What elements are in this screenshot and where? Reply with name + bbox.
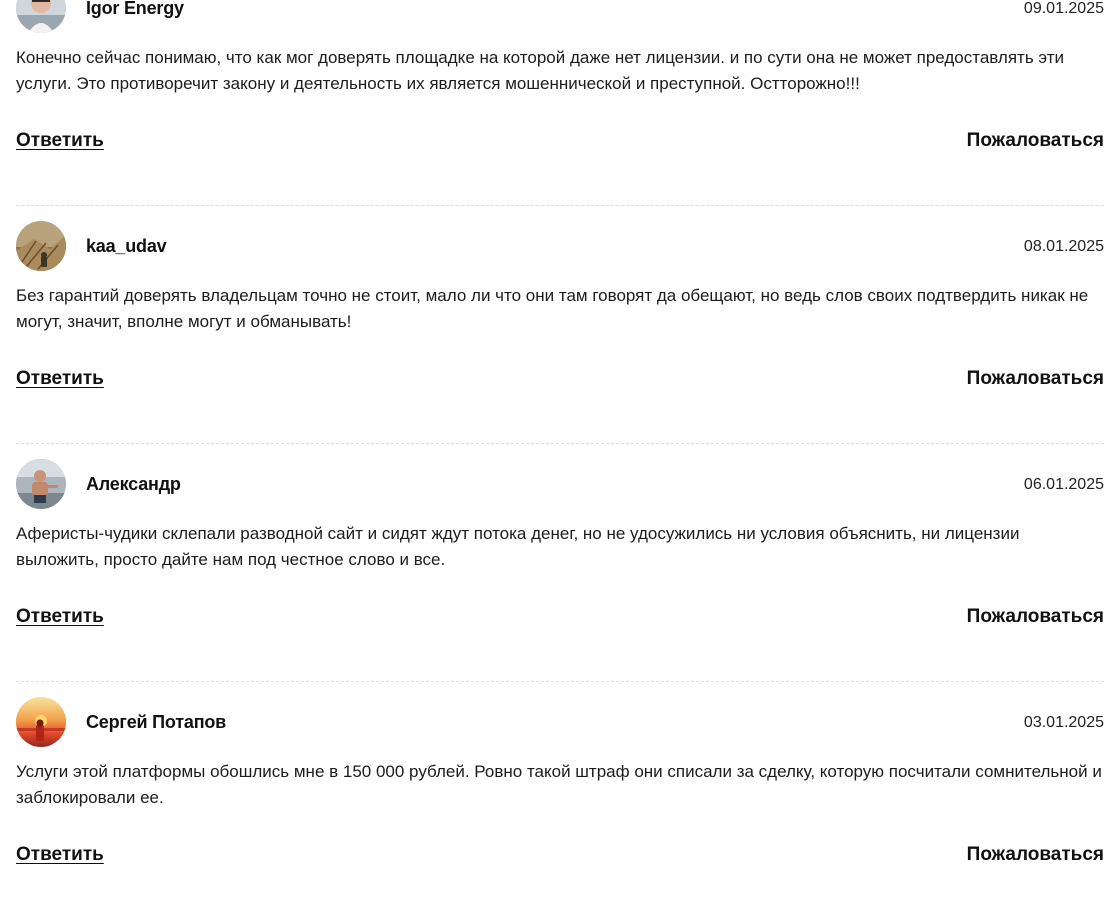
comment-date: 06.01.2025 xyxy=(1023,476,1104,493)
reply-link[interactable]: Ответить xyxy=(16,367,104,391)
reply-link[interactable]: Ответить xyxy=(16,605,104,629)
comment-actions: Ответить Пожаловаться xyxy=(16,367,1104,393)
comment-actions: Ответить Пожаловаться xyxy=(16,843,1104,869)
user-photo-icon[interactable] xyxy=(16,0,66,33)
comment-date: 08.01.2025 xyxy=(1023,238,1104,255)
comments-list: Igor Energy 09.01.2025 Конечно сейчас по… xyxy=(16,0,1104,920)
comment-header: Александр 06.01.2025 xyxy=(16,459,1104,509)
comment-item: Igor Energy 09.01.2025 Конечно сейчас по… xyxy=(16,0,1104,206)
comment-item: kaa_udav 08.01.2025 Без гарантий доверят… xyxy=(16,206,1104,444)
comment-author[interactable]: kaa_udav xyxy=(86,236,167,256)
user-photo-icon[interactable] xyxy=(16,221,66,271)
report-link[interactable]: Пожаловаться xyxy=(967,605,1104,629)
comment-actions: Ответить Пожаловаться xyxy=(16,605,1104,631)
comment-header: kaa_udav 08.01.2025 xyxy=(16,221,1104,271)
comment-date: 03.01.2025 xyxy=(1023,714,1104,731)
comment-date: 09.01.2025 xyxy=(1023,0,1104,17)
comment-text: Без гарантий доверять владельцам точно н… xyxy=(16,286,1089,331)
user-photo-icon[interactable] xyxy=(16,459,66,509)
reply-link[interactable]: Ответить xyxy=(16,843,104,867)
comment-header: Сергей Потапов 03.01.2025 xyxy=(16,697,1104,747)
comment-text: Аферисты-чудики склепали разводной сайт … xyxy=(16,524,1020,569)
comment-author[interactable]: Александр xyxy=(86,474,181,494)
user-photo-icon[interactable] xyxy=(16,697,66,747)
report-link[interactable]: Пожаловаться xyxy=(967,367,1104,391)
comment-actions: Ответить Пожаловаться xyxy=(16,129,1104,155)
comment-text: Услуги этой платформы обошлись мне в 150… xyxy=(16,762,1102,807)
comment-item: Александр 06.01.2025 Аферисты-чудики скл… xyxy=(16,444,1104,682)
report-link[interactable]: Пожаловаться xyxy=(967,843,1104,867)
comment-item: Сергей Потапов 03.01.2025 Услуги этой пл… xyxy=(16,682,1104,920)
report-link[interactable]: Пожаловаться xyxy=(967,129,1104,153)
comment-text: Конечно сейчас понимаю, что как мог дове… xyxy=(16,48,1064,93)
comment-author[interactable]: Igor Energy xyxy=(86,0,184,18)
comment-header: Igor Energy 09.01.2025 xyxy=(16,0,1104,33)
comment-author[interactable]: Сергей Потапов xyxy=(86,712,226,732)
reply-link[interactable]: Ответить xyxy=(16,129,104,153)
